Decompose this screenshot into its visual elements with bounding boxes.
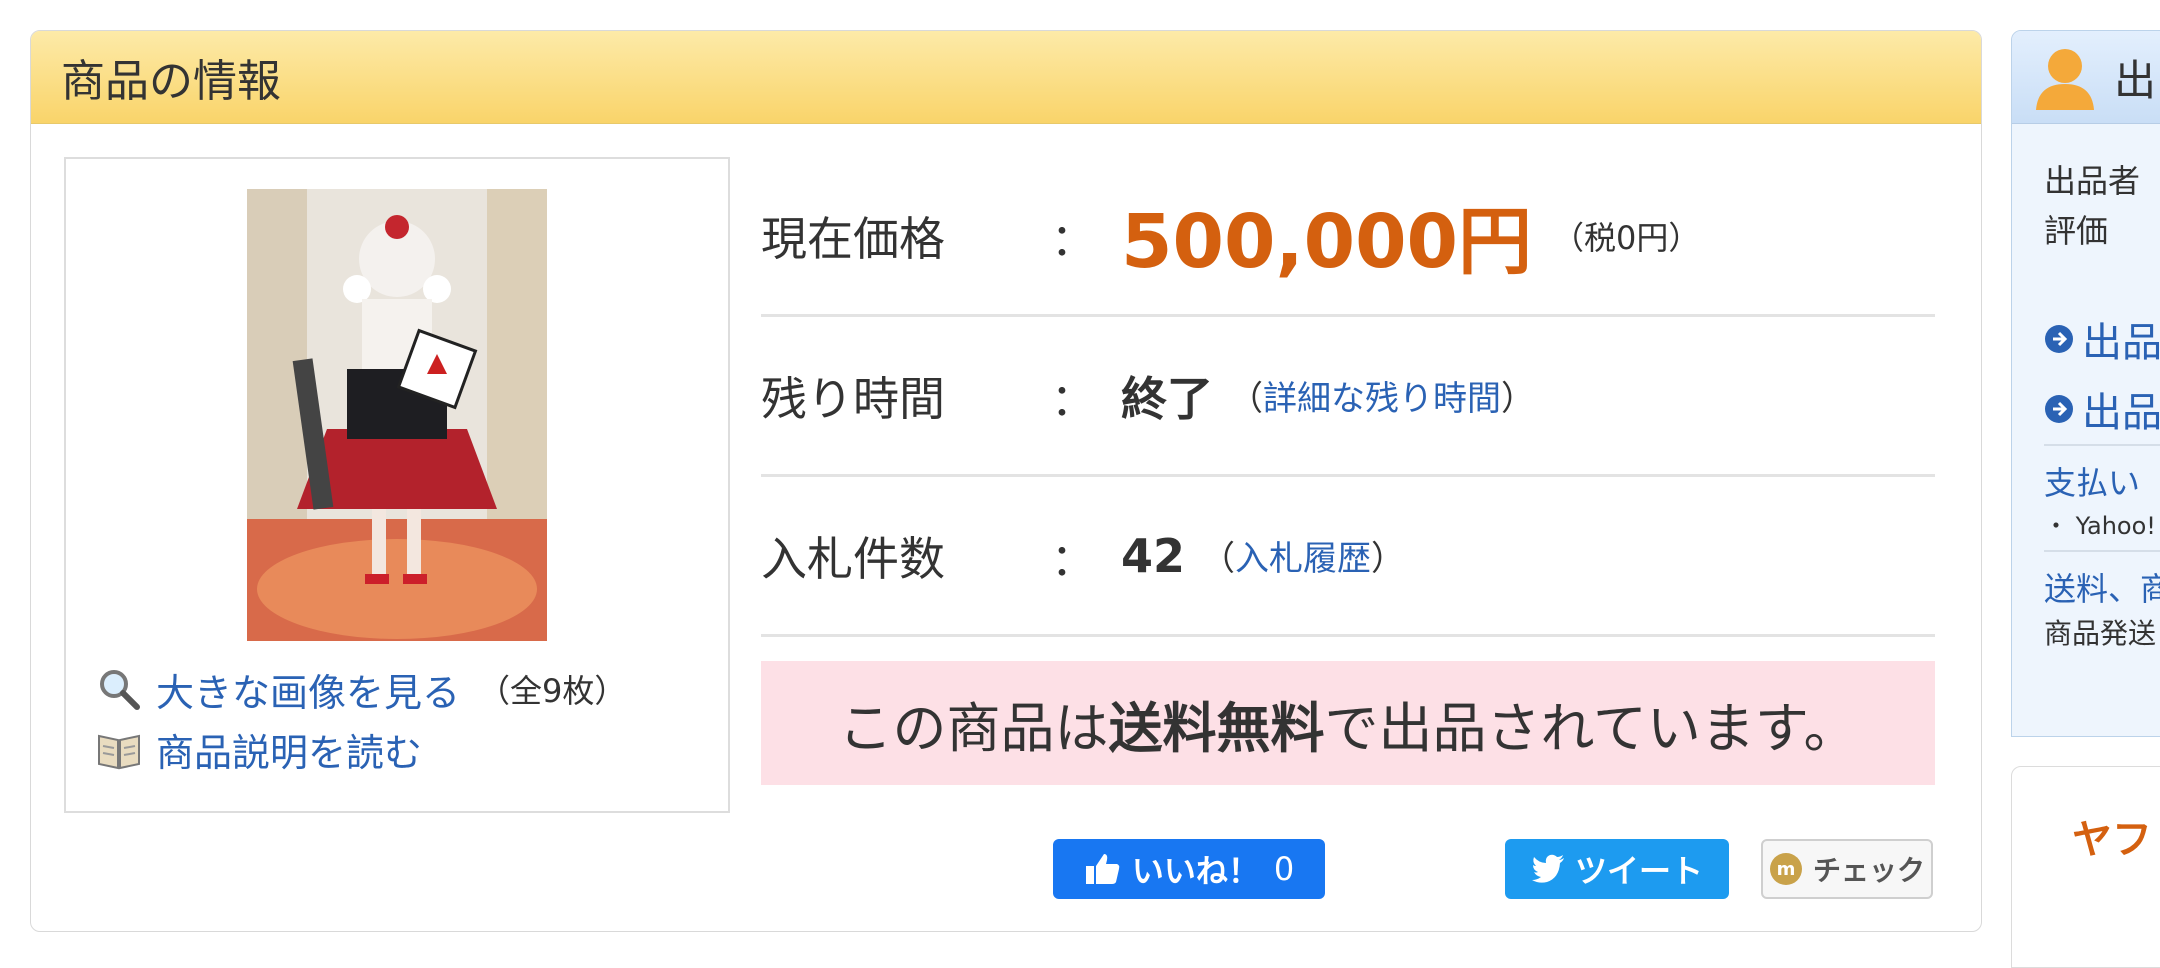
seller-link-1[interactable]: 出品	[2082, 310, 2160, 368]
panel-title: 商品の情報	[31, 31, 1981, 124]
tweet-button[interactable]: ツイート	[1505, 839, 1729, 899]
free-shipping-pre: この商品は	[838, 696, 1109, 760]
book-icon	[98, 734, 140, 770]
magnifier-icon	[100, 670, 140, 710]
view-large-image-link[interactable]: 大きな画像を見る	[156, 662, 460, 717]
seller-panel-header: 出	[2012, 31, 2160, 124]
seller-label: 出品者	[2044, 162, 2141, 200]
thumbs-up-icon	[1085, 854, 1120, 884]
svg-text:m: m	[1777, 859, 1796, 880]
price-row: 現在価格 ： 500,000円 （税0円）	[761, 157, 1935, 317]
bid-history-link[interactable]: 入札履歴	[1235, 539, 1371, 579]
bid-count-label: 入札件数	[761, 531, 945, 586]
payment-link[interactable]: 支払い	[2044, 458, 2140, 504]
time-left-value: 終了	[1121, 371, 1213, 426]
free-shipping-banner: この商品は 送料無料 で出品されています。	[761, 661, 1935, 785]
mixi-check-icon: m	[1769, 853, 1802, 885]
user-icon	[2036, 49, 2094, 110]
payment-item: ・ Yahoo!	[2044, 511, 2156, 540]
seller-panel: 出 出品者 評価 出品 出品 支払い ・ Yahoo! 送料、商 商品発送	[2011, 30, 2160, 737]
product-image[interactable]	[247, 189, 547, 641]
bird-icon	[1531, 854, 1564, 883]
bid-count-row: 入札件数 ： 42 （入札履歴）	[761, 477, 1935, 637]
time-left-row: 残り時間 ： 終了 （詳細な残り時間）	[761, 317, 1935, 477]
detailed-time-link[interactable]: 詳細な残り時間	[1263, 379, 1501, 419]
like-count: 0	[1273, 850, 1295, 888]
rating-label: 評価	[2044, 212, 2109, 250]
like-label: いいね！	[1131, 852, 1260, 890]
check-label: チェック	[1812, 854, 1925, 887]
time-left-detail: （詳細な残り時間）	[1229, 379, 1535, 419]
check-button[interactable]: m チェック	[1761, 839, 1933, 899]
time-left-label: 残り時間	[761, 371, 945, 426]
shipping-note: 商品発送	[2044, 617, 2157, 650]
bid-count-value: 42	[1121, 528, 1186, 583]
product-info-panel: 商品の情報 大きな画像を見る （全9枚） 商品説明を読む 現在価格 ： 500,…	[30, 30, 1982, 932]
colon: ：	[1051, 534, 1095, 586]
free-shipping-bold: 送料無料	[1108, 696, 1325, 760]
product-info-table: 現在価格 ： 500,000円 （税0円） 残り時間 ： 終了 （詳細な残り時間…	[761, 157, 1935, 785]
current-price: 500,000円	[1121, 199, 1533, 285]
seller-panel-title: 出	[2114, 55, 2157, 105]
like-button[interactable]: いいね！ 0	[1053, 839, 1325, 899]
bid-history: （入札履歴）	[1201, 539, 1406, 579]
image-box: 大きな画像を見る （全9枚） 商品説明を読む	[64, 157, 730, 813]
promo-panel: ヤフ	[2011, 766, 2160, 968]
colon: ：	[1051, 214, 1095, 266]
tweet-label: ツイート	[1574, 852, 1703, 890]
tax-note: （税0円）	[1552, 218, 1701, 257]
image-count-note: （全9枚）	[478, 672, 627, 710]
social-buttons: いいね！ 0 ツイート m チェック	[1053, 839, 1933, 899]
promo-title: ヤフ	[2072, 817, 2152, 863]
price-label: 現在価格	[761, 211, 945, 266]
read-description-link[interactable]: 商品説明を読む	[156, 722, 422, 777]
seller-link-2[interactable]: 出品	[2082, 380, 2160, 438]
shipping-link[interactable]: 送料、商	[2044, 564, 2160, 610]
free-shipping-post: で出品されています。	[1324, 696, 1858, 760]
colon: ：	[1051, 374, 1095, 426]
arrow-circle-icon	[2045, 395, 2073, 423]
arrow-circle-icon	[2045, 325, 2073, 353]
